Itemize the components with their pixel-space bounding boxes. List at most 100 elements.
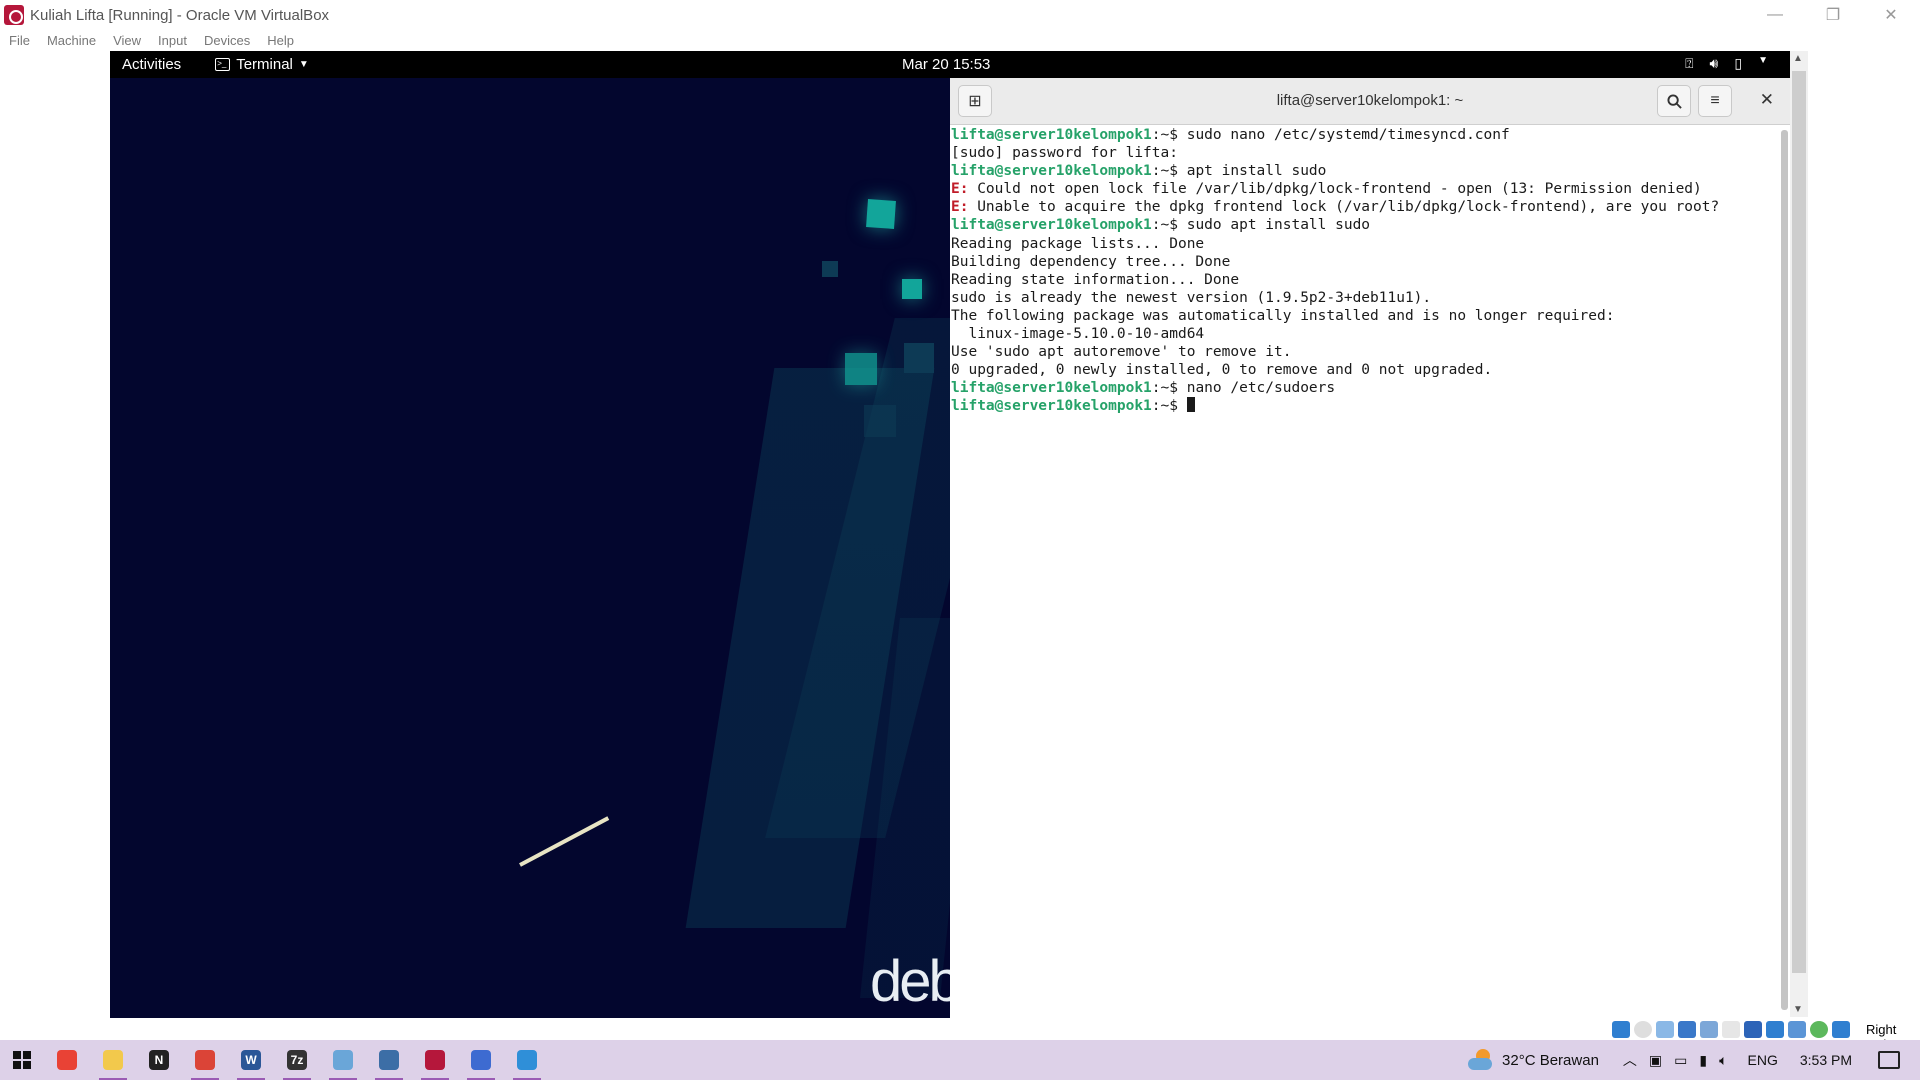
wallpaper-square — [864, 405, 896, 437]
weather-widget[interactable]: 32°C Berawan — [1468, 1049, 1599, 1071]
wallpaper-square — [902, 279, 922, 299]
menu-machine[interactable]: Machine — [38, 33, 104, 48]
device-status-icons — [1612, 1021, 1850, 1038]
taskbar-app-button[interactable] — [366, 1040, 412, 1080]
system-tray[interactable]: ⍰ 🔊︎ ▯ ▼ — [1685, 55, 1768, 72]
taskbar-app-button[interactable] — [458, 1040, 504, 1080]
file-explorer-icon — [103, 1050, 123, 1070]
terminal-line: E: Unable to acquire the dpkg frontend l… — [951, 198, 1778, 216]
weather-text: 32°C Berawan — [1502, 1051, 1599, 1069]
terminal-text: Use 'sudo apt autoremove' to remove it. — [951, 344, 1292, 361]
hard-disk-icon[interactable] — [1612, 1021, 1630, 1038]
wallpaper-square — [866, 199, 896, 229]
menu-input[interactable]: Input — [149, 33, 195, 48]
taskbar-app-button[interactable] — [44, 1040, 90, 1080]
terminal-command: :~$ nano /etc/sudoers — [1151, 380, 1336, 397]
show-hidden-icons-icon[interactable]: ︿ — [1623, 1050, 1637, 1070]
wallpaper-line — [519, 816, 610, 867]
taskbar-clock[interactable]: 3:53 PM — [1800, 1052, 1852, 1068]
taskbar-app-button[interactable] — [412, 1040, 458, 1080]
activities-button[interactable]: Activities — [122, 56, 181, 73]
terminal-scrollbar[interactable] — [1781, 130, 1788, 1010]
speaker-icon[interactable]: 🔈︎ — [1719, 1052, 1727, 1069]
terminal-text: linux-image-5.10.0-10-amd64 — [951, 326, 1205, 343]
terminal-command: :~$ apt install sudo — [1151, 163, 1327, 180]
usb-icon[interactable] — [1700, 1021, 1718, 1038]
close-button[interactable]: ✕ — [1862, 0, 1920, 30]
clock[interactable]: Mar 20 15:53 — [902, 56, 990, 73]
optical-drive-icon[interactable] — [1634, 1021, 1652, 1038]
battery-icon[interactable]: ▯ — [1734, 55, 1742, 72]
chrome-profile-icon — [195, 1050, 215, 1070]
terminal-output[interactable]: lifta@server10kelompok1:~$ sudo nano /et… — [950, 126, 1778, 1018]
terminal-error-prefix: E: — [951, 181, 969, 198]
mouse-integration-icon[interactable] — [1810, 1021, 1828, 1038]
menu-view[interactable]: View — [104, 33, 149, 48]
terminal-text: Reading package lists... Done — [951, 235, 1205, 252]
taskbar-app-button[interactable]: N — [136, 1040, 182, 1080]
language-indicator[interactable]: ENG — [1748, 1052, 1778, 1068]
wallpaper-square — [845, 353, 877, 385]
taskbar-app-button[interactable] — [320, 1040, 366, 1080]
taskbar-app-button[interactable]: 7z — [274, 1040, 320, 1080]
wallpaper-square — [904, 343, 934, 373]
taskbar-app-button[interactable] — [90, 1040, 136, 1080]
scroll-up-icon[interactable]: ▲ — [1793, 53, 1803, 64]
volume-icon[interactable]: 🔊︎ — [1710, 55, 1719, 72]
virtualbox-status-bar: Right Ctrl — [0, 1018, 1920, 1052]
start-button[interactable] — [0, 1040, 44, 1080]
audio-icon[interactable] — [1656, 1021, 1674, 1038]
display-network-icon[interactable]: ▭ — [1674, 1052, 1687, 1069]
chevron-down-icon: ▼ — [298, 59, 309, 70]
scroll-down-icon[interactable]: ▼ — [1793, 1004, 1803, 1015]
debian-logo-text: deb — [870, 949, 961, 1014]
taskbar-app-button[interactable] — [504, 1040, 550, 1080]
video-capture-icon[interactable] — [1766, 1021, 1784, 1038]
menu-file[interactable]: File — [0, 33, 38, 48]
vm-scrollbar-thumb[interactable] — [1792, 71, 1806, 973]
keyboard-capture-icon[interactable] — [1832, 1021, 1850, 1038]
hamburger-menu-button[interactable]: ≡ — [1698, 85, 1732, 117]
terminal-line: lifta@server10kelompok1:~$ — [951, 397, 1778, 415]
restore-button[interactable]: ❐ — [1804, 0, 1862, 30]
taskbar-app-button[interactable] — [182, 1040, 228, 1080]
terminal-text: Reading state information... Done — [951, 271, 1240, 288]
guest-display[interactable]: Activities >_ Terminal ▼ Mar 20 15:53 ⍰ … — [110, 51, 1790, 1018]
virtualbox-vm-icon — [425, 1050, 445, 1070]
terminal-command: :~$ — [1151, 398, 1187, 415]
menu-arrow-icon[interactable]: ▼ — [1758, 55, 1768, 72]
vm-scrollbar[interactable]: ▲ ▼ — [1790, 51, 1808, 1017]
terminal-icon: >_ — [215, 58, 231, 71]
menu-help[interactable]: Help — [258, 33, 302, 48]
meet-now-icon[interactable]: ▣ — [1649, 1052, 1662, 1069]
terminal-line: lifta@server10kelompok1:~$ nano /etc/sud… — [951, 379, 1778, 397]
virtualbox-vm-icon — [4, 5, 24, 25]
terminal-close-button[interactable]: ✕ — [1760, 90, 1774, 110]
display-icon[interactable] — [1744, 1021, 1762, 1038]
search-button[interactable] — [1657, 85, 1691, 117]
terminal-prompt: lifta@server10kelompok1 — [951, 217, 1152, 234]
app-menu[interactable]: >_ Terminal ▼ — [215, 56, 309, 73]
terminal-window[interactable]: ⊞ lifta@server10kelompok1: ~ ≡ ✕ lifta@s… — [950, 78, 1790, 1018]
battery-tray-icon[interactable]: ▮ — [1699, 1052, 1707, 1069]
app-icon — [471, 1050, 491, 1070]
terminal-line: Reading package lists... Done — [951, 235, 1778, 253]
terminal-text: Could not open lock file /var/lib/dpkg/l… — [968, 181, 1702, 198]
shared-folders-icon[interactable] — [1722, 1021, 1740, 1038]
accessibility-icon[interactable]: ⍰ — [1685, 55, 1693, 72]
menu-devices[interactable]: Devices — [195, 33, 258, 48]
network-icon[interactable] — [1678, 1021, 1696, 1038]
terminal-line: Reading state information... Done — [951, 271, 1778, 289]
cpu-icon[interactable] — [1788, 1021, 1806, 1038]
terminal-line: 0 upgraded, 0 newly installed, 0 to remo… — [951, 361, 1778, 379]
virtualbox-icon — [379, 1050, 399, 1070]
notification-icon[interactable] — [1878, 1051, 1900, 1069]
taskbar-app-button[interactable]: W — [228, 1040, 274, 1080]
chrome-icon — [57, 1050, 77, 1070]
minimize-button[interactable]: — — [1746, 0, 1804, 30]
terminal-text: Unable to acquire the dpkg frontend lock… — [968, 199, 1720, 216]
search-icon — [1666, 93, 1682, 109]
terminal-line: sudo is already the newest version (1.9.… — [951, 289, 1778, 307]
window-title: Kuliah Lifta [Running] - Oracle VM Virtu… — [30, 6, 330, 24]
terminal-prompt: lifta@server10kelompok1 — [951, 380, 1152, 397]
